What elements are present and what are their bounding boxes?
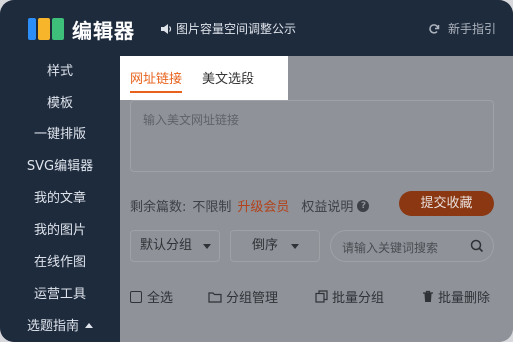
group-manage-button[interactable]: 分组管理 — [208, 287, 278, 306]
sidebar-item-one-click-layout[interactable]: 一键排版 — [0, 120, 120, 150]
submit-collect-button[interactable]: 提交收藏 — [399, 191, 494, 216]
group-manage-label: 分组管理 — [226, 291, 279, 306]
top-header: 编辑器 图片容量空间调整公示 新手指引 — [0, 0, 513, 56]
app-window: 编辑器 图片容量空间调整公示 新手指引 样式 模板 一键排版 SVG编辑器 我的… — [0, 0, 513, 342]
url-input-placeholder: 输入美文网址链接 — [143, 113, 240, 127]
speaker-icon — [161, 23, 172, 34]
guide-link[interactable]: 新手指引 — [428, 20, 496, 37]
batch-delete-button[interactable]: 批量删除 — [422, 287, 490, 306]
sidebar-item-label: 选题指南 — [26, 319, 79, 334]
sidebar-item-online-design[interactable]: 在线作图 — [0, 248, 120, 278]
search-placeholder: 请输入关键词搜索 — [342, 241, 439, 255]
batch-delete-label: 批量删除 — [438, 291, 491, 306]
sidebar-item-topic-guide[interactable]: 选题指南 — [0, 312, 120, 342]
trash-icon — [423, 290, 433, 302]
refresh-icon — [429, 23, 440, 34]
announcement-link[interactable]: 图片容量空间调整公示 — [160, 20, 296, 37]
upgrade-member-link[interactable]: 升级会员 — [237, 196, 289, 215]
select-all-checkbox[interactable]: 全选 — [130, 287, 173, 306]
sidebar-item-templates[interactable]: 模板 — [0, 89, 120, 119]
search-input[interactable]: 请输入关键词搜索 — [330, 230, 494, 262]
sidebar-item-ops-tools[interactable]: 运营工具 — [0, 280, 120, 310]
sidebar-item-svg-editor[interactable]: SVG编辑器 — [0, 152, 120, 182]
chevron-down-icon — [291, 244, 299, 249]
url-input[interactable]: 输入美文网址链接 — [130, 100, 494, 172]
copy-icon — [315, 290, 328, 303]
tab-rich-segment[interactable]: 美文选段 — [202, 68, 254, 87]
batch-group-label: 批量分组 — [332, 291, 385, 306]
select-all-label: 全选 — [147, 291, 174, 306]
rights-link[interactable]: 权益说明 — [301, 196, 353, 215]
order-select-value: 倒序 — [252, 238, 279, 253]
announcement-text: 图片容量空间调整公示 — [176, 22, 297, 36]
search-icon[interactable] — [470, 239, 484, 253]
sidebar-item-my-images[interactable]: 我的图片 — [0, 216, 120, 246]
logo-text: 编辑器 — [72, 18, 135, 43]
logo[interactable]: 编辑器 — [28, 15, 135, 43]
group-select-value: 默认分组 — [140, 238, 193, 253]
logo-mark-icon — [28, 16, 66, 42]
tab-url-link[interactable]: 网址链接 — [130, 68, 183, 93]
help-icon[interactable]: ? — [357, 199, 370, 212]
tab-bar: 网址链接 美文选段 — [120, 56, 288, 100]
sidebar-item-styles[interactable]: 样式 — [0, 57, 120, 87]
remaining-label: 剩余篇数: — [130, 200, 187, 215]
caret-up-icon — [85, 323, 93, 328]
sidebar-item-my-articles[interactable]: 我的文章 — [0, 184, 120, 214]
batch-group-button[interactable]: 批量分组 — [315, 287, 384, 306]
sidebar: 样式 模板 一键排版 SVG编辑器 我的文章 我的图片 在线作图 运营工具 选题… — [0, 56, 120, 342]
guide-text: 新手指引 — [448, 22, 497, 36]
quota-row: 剩余篇数: 不限制 升级会员 权益说明 ? — [130, 196, 370, 215]
group-select[interactable]: 默认分组 — [130, 230, 220, 262]
remaining-value: 不限制 — [192, 200, 232, 215]
folder-icon — [208, 291, 222, 303]
chevron-down-icon — [203, 244, 211, 249]
order-select[interactable]: 倒序 — [230, 230, 320, 262]
checkbox-icon — [130, 290, 142, 303]
